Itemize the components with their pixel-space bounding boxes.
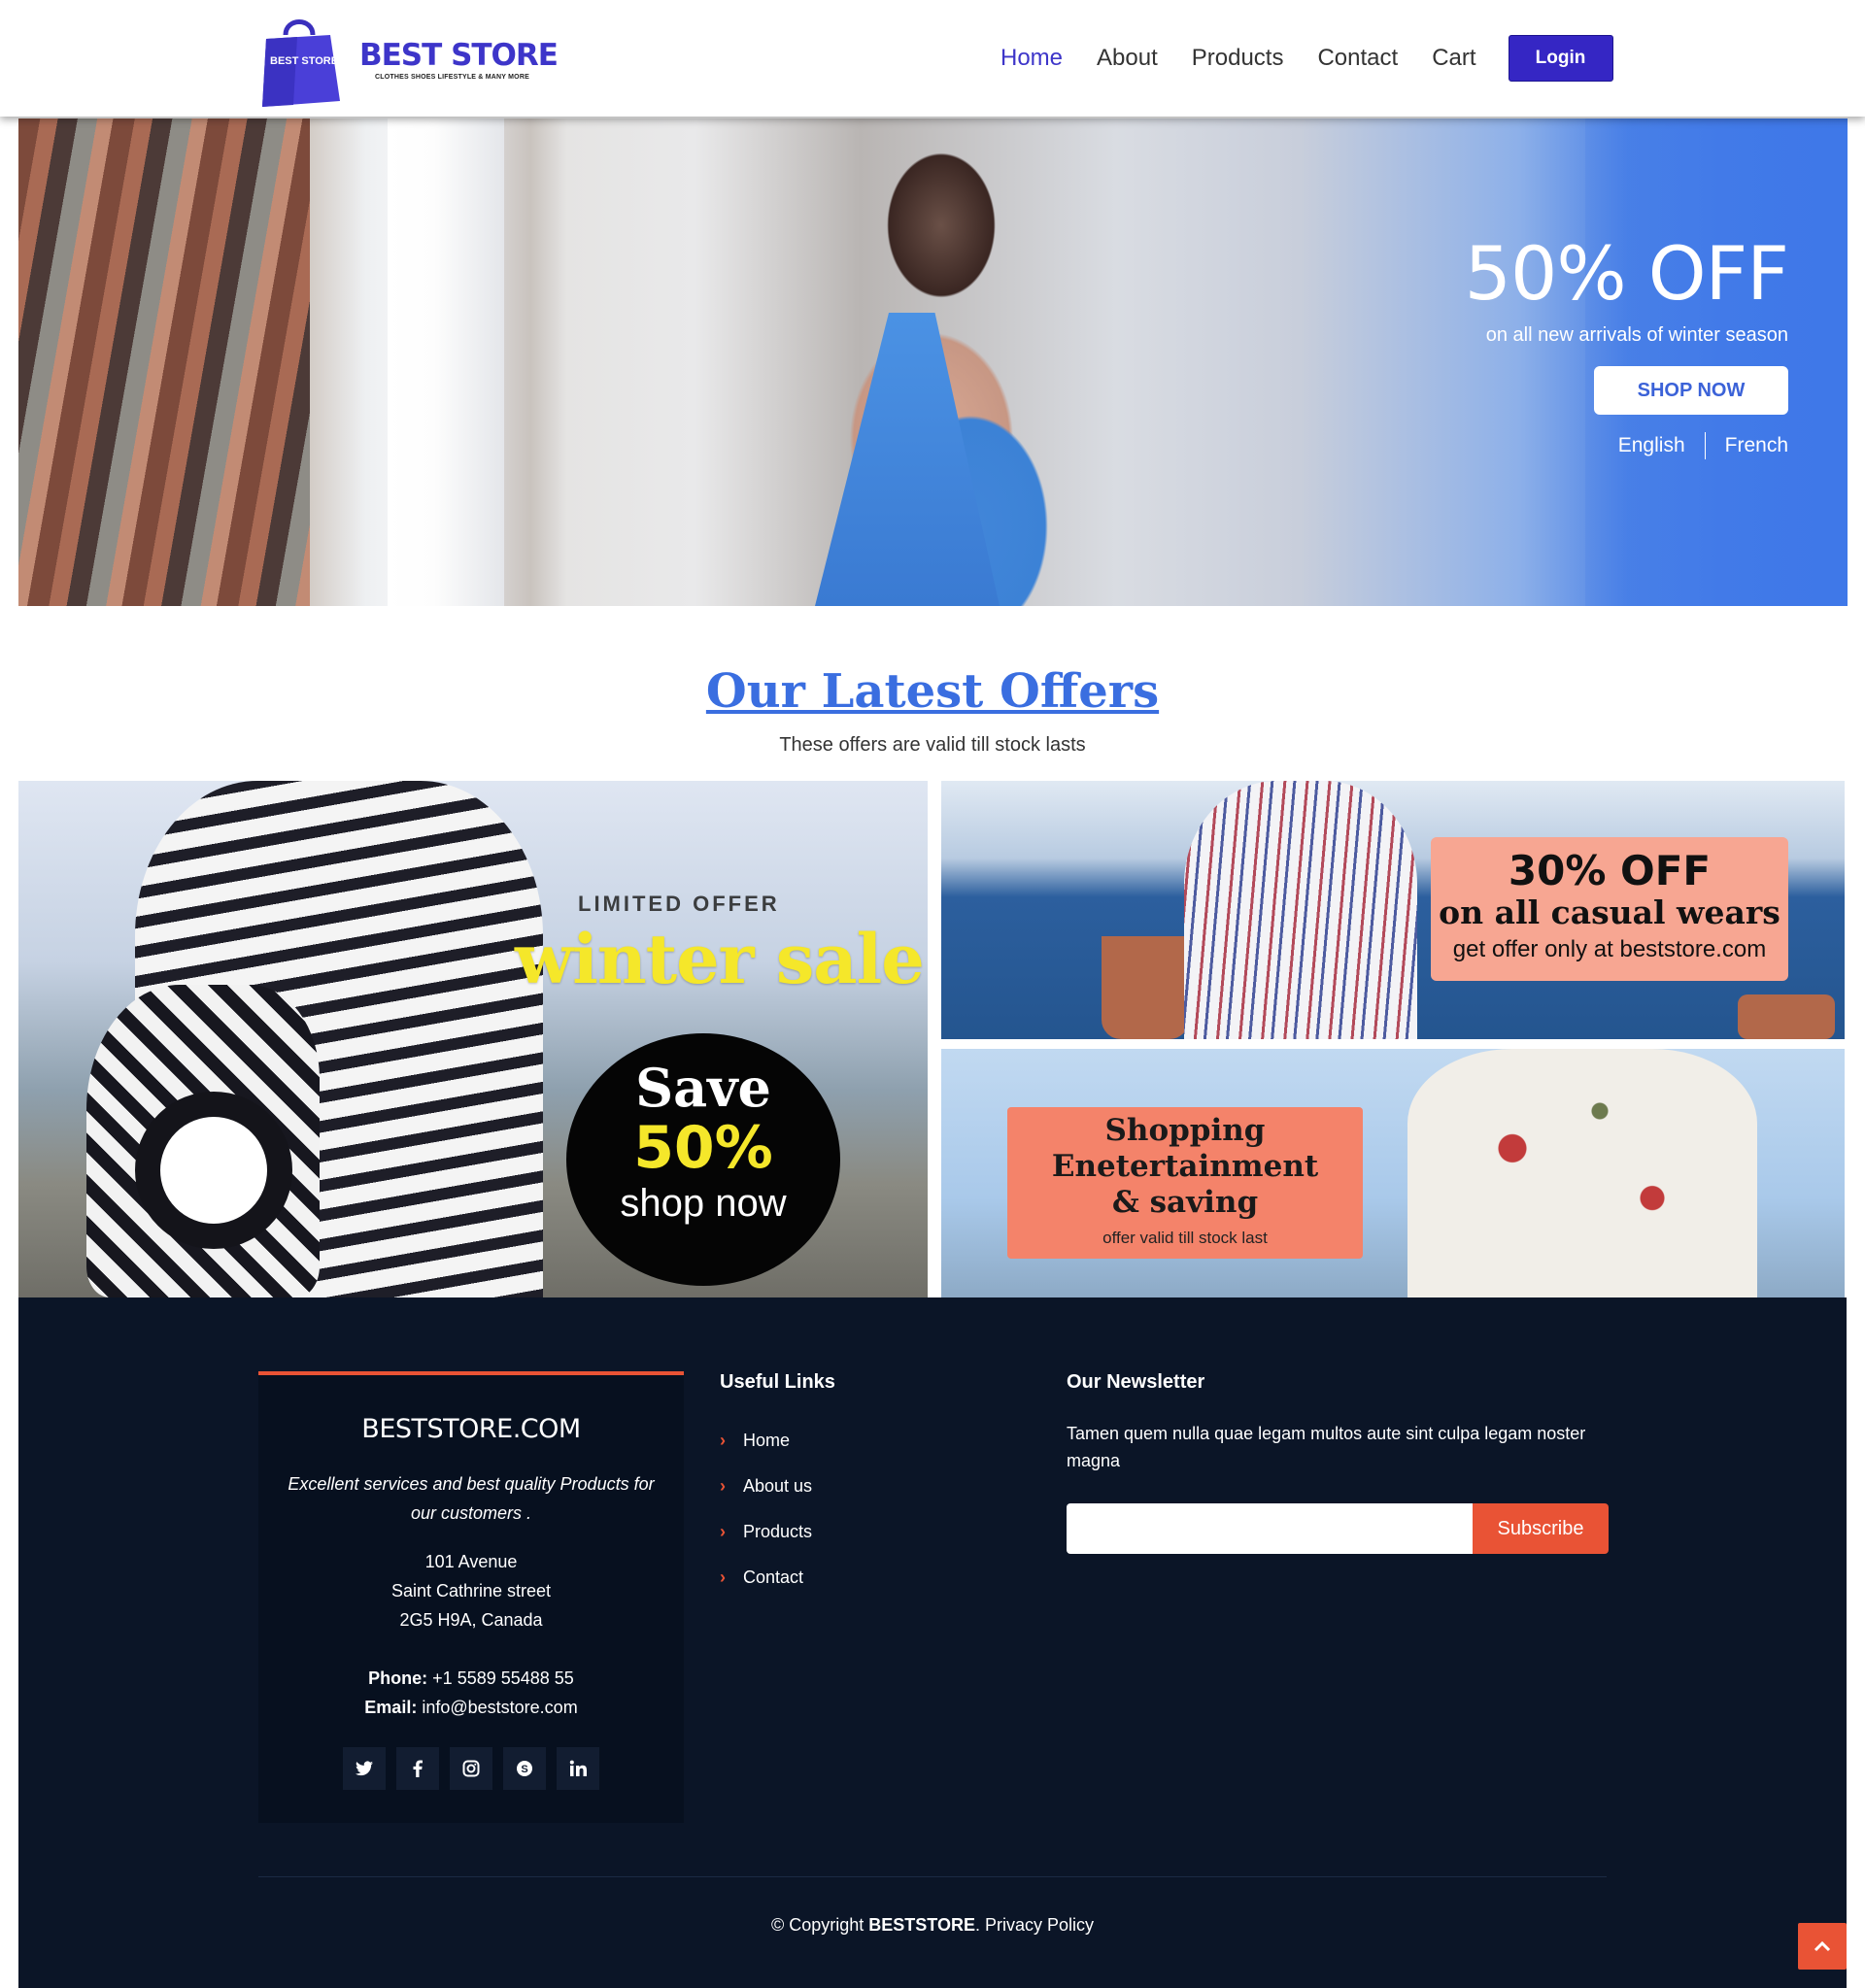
chevron-right-icon: › [720,1431,726,1450]
address-line: 101 Avenue [424,1552,518,1571]
shopping-offer-line3: & saving [1111,1185,1259,1220]
striped-bag-image [86,985,320,1297]
footer-divider [258,1876,1607,1877]
footer-info-card: BESTSTORE.COM Excellent services and bes… [258,1371,684,1823]
nav-contact[interactable]: Contact [1317,35,1398,82]
footer-link-contact[interactable]: › Contact [720,1555,812,1601]
instagram-icon[interactable] [450,1747,492,1790]
flower-pot-image [1102,936,1189,1039]
doorframe-image [388,118,504,606]
chevron-right-icon: › [720,1476,726,1496]
phone-label: Phone: [368,1668,428,1688]
social-links: S [258,1747,684,1790]
footer-contact: Phone: +1 5589 55488 55 Email: info@best… [258,1664,684,1722]
nav-products[interactable]: Products [1192,35,1284,82]
email-label: Email: [364,1698,418,1717]
chevron-up-icon [1814,1940,1831,1952]
newsletter-text: Tamen quem nulla quae legam multos aute … [1067,1424,1586,1470]
brand-tagline: CLOTHES SHOES LIFESTYLE & MANY MORE [375,74,529,81]
useful-links-title: Useful Links [720,1371,835,1393]
footer-link-home[interactable]: › Home [720,1418,812,1464]
lang-divider [1704,432,1706,459]
footer-phone: Phone: +1 5589 55488 55 [258,1664,684,1693]
footer-description: Excellent services and best quality Prod… [288,1474,655,1523]
save-percent: 50% [633,1114,773,1182]
footer-link-label: Products [743,1522,813,1541]
subscribe-button[interactable]: Subscribe [1473,1503,1609,1554]
svg-text:S: S [521,1764,527,1775]
shopping-offer-line2: Enetertainment [1051,1149,1319,1184]
clothes-rack-image [18,118,310,606]
logo-bag-text: BEST STORE [270,55,338,67]
shopping-bag-logo-icon: BEST STORE [262,19,340,107]
striped-dress-image [1184,781,1417,1039]
site-header: BEST STORE BEST STORE CLOTHES SHOES LIFE… [0,0,1865,117]
address-line: 2G5 H9A, Canada [399,1610,543,1630]
newsletter-email-input[interactable] [1067,1503,1473,1554]
casual-offer-percent: 30% OFF [1508,847,1712,894]
footer-email: Email: info@beststore.com [258,1693,684,1722]
lang-french[interactable]: French [1725,434,1788,457]
email-value: info@beststore.com [422,1698,578,1717]
useful-links: › Home › About us › Products › Contact [720,1418,812,1601]
copyright: © Copyright BESTSTORE. Privacy Policy [0,1915,1865,1936]
footer-brand: BESTSTORE.COM [361,1414,581,1444]
nav-about[interactable]: About [1097,35,1158,82]
casual-offer-tag: 30% OFF on all casual wears get offer on… [1431,837,1788,981]
shopping-offer-note: offer valid till stock last [1102,1229,1268,1247]
twitter-icon[interactable] [343,1747,386,1790]
shop-now-text: shop now [620,1182,787,1225]
footer-link-label: Home [743,1431,791,1450]
privacy-policy-link[interactable]: . Privacy Policy [975,1915,1094,1935]
back-to-top-button[interactable] [1798,1923,1847,1970]
linkedin-icon[interactable] [557,1747,599,1790]
footer-link-about[interactable]: › About us [720,1464,812,1509]
hero-banner: 50% OFF on all new arrivals of winter se… [18,118,1848,606]
brand-name: BEST STORE [359,38,559,73]
footer-link-label: About us [743,1476,813,1496]
newsletter-form: Subscribe [1067,1503,1609,1554]
chevron-right-icon: › [720,1522,726,1541]
footer-link-label: Contact [743,1567,804,1587]
floral-dress-image [1407,1049,1757,1297]
winter-sale-headline: winter sale [515,919,925,999]
shopping-offer-tag: Shopping Enetertainment & saving offer v… [1007,1107,1363,1259]
nav-cart[interactable]: Cart [1432,35,1475,82]
save-text: Save [635,1057,771,1119]
limited-offer-label: LIMITED OFFER [578,892,780,916]
address-line: Saint Cathrine street [390,1581,552,1601]
hero-text: 50% OFF on all new arrivals of winter se… [1464,230,1789,459]
footer-link-products[interactable]: › Products [720,1509,812,1555]
login-button[interactable]: Login [1508,35,1613,82]
offers-subtitle: These offers are valid till stock lasts [779,734,1086,756]
nav-home[interactable]: Home [1000,35,1063,82]
offers-title[interactable]: Our Latest Offers [0,664,1865,719]
phone-value: +1 5589 55488 55 [432,1668,574,1688]
save-badge[interactable]: Save 50% shop now [566,1033,840,1286]
flower-pot-image [1738,994,1835,1039]
casual-offer-note: get offer only at beststore.com [1452,936,1767,962]
copyright-prefix: © Copyright [770,1915,869,1935]
shop-now-button[interactable]: SHOP NOW [1594,366,1788,415]
lang-english[interactable]: English [1618,434,1685,457]
casual-offer-text: on all casual wears [1439,893,1780,931]
logo[interactable]: BEST STORE BEST STORE CLOTHES SHOES LIFE… [258,14,569,107]
chevron-right-icon: › [720,1567,726,1587]
copyright-brand: BESTSTORE [868,1915,975,1935]
hero-title: 50% OFF [1464,230,1789,317]
hero-subtitle: on all new arrivals of winter season [1485,324,1788,346]
footer-address: 101 Avenue Saint Cathrine street 2G5 H9A… [258,1547,684,1634]
shopping-offer-line1: Shopping [1104,1113,1266,1148]
main-nav: Home About Products Contact Cart Login [1000,35,1613,82]
facebook-icon[interactable] [396,1747,439,1790]
newsletter-title: Our Newsletter [1067,1371,1205,1393]
language-switcher: English French [1465,432,1788,459]
skype-icon[interactable]: S [503,1747,546,1790]
